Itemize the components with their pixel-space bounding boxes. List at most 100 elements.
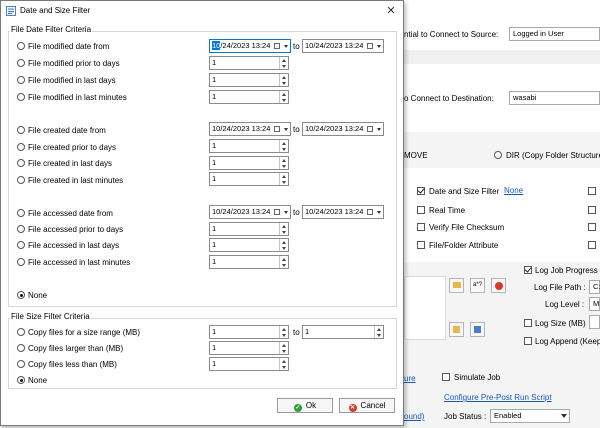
bg-filter-list[interactable] <box>404 276 446 340</box>
spin-buttons[interactable] <box>279 326 288 338</box>
accessed-prior-radio[interactable] <box>17 225 25 233</box>
bg-log-size-checkbox[interactable] <box>524 319 532 327</box>
bg-separator <box>404 50 600 64</box>
bg-configure-script-link[interactable]: Configure Pre-Post Run Script <box>444 393 552 402</box>
size-less-radio[interactable] <box>17 360 25 368</box>
bg-date-size-filter-link[interactable]: None <box>504 186 523 195</box>
size-larger-stepper[interactable]: 1 <box>209 341 289 355</box>
bg-file-attribute-checkbox[interactable] <box>417 241 425 249</box>
bg-verify-checksum-checkbox[interactable] <box>417 223 425 231</box>
size-range-radio[interactable] <box>17 328 25 336</box>
bg-link-fragment-ure[interactable]: ure <box>404 374 416 383</box>
bg-remove-filter-button[interactable] <box>491 278 506 293</box>
modified-from-datetime[interactable]: 10/24/2023 13:24 <box>209 39 291 53</box>
spin-buttons[interactable] <box>279 223 288 235</box>
modified-last-days-stepper[interactable]: 1 <box>209 73 289 87</box>
close-icon[interactable]: ✕ <box>384 4 398 18</box>
bg-source-credential-combo[interactable]: Logged in User <box>509 27 600 41</box>
cancel-icon: ✕ <box>348 404 357 412</box>
size-range-from-stepper[interactable]: 1 <box>209 325 289 339</box>
spin-buttons[interactable] <box>279 342 288 354</box>
modified-last-minutes-radio[interactable] <box>17 93 25 101</box>
arrow-up-icon <box>281 92 286 96</box>
size-range-label: Copy files for a size range (MB) <box>28 328 141 337</box>
bg-log-job-progress-checkbox[interactable] <box>524 266 532 274</box>
created-to-value: 10/24/2023 13:24 <box>305 124 364 133</box>
created-prior-stepper[interactable]: 1 <box>209 139 289 153</box>
accessed-last-minutes-radio[interactable] <box>17 258 25 266</box>
size-none-radio[interactable] <box>17 376 25 384</box>
accessed-last-days-value: 1 <box>212 240 217 249</box>
created-from-datetime[interactable]: 10/24/2023 13:24 <box>209 122 291 136</box>
bg-option-checkbox-right-1[interactable] <box>588 187 596 195</box>
bg-dest-credential-combo[interactable]: wasabi <box>509 91 600 105</box>
created-last-days-radio[interactable] <box>17 159 25 167</box>
calendar-icon <box>367 209 373 215</box>
bg-dir-radio[interactable] <box>494 151 502 159</box>
accessed-from-value: 10/24/2023 13:24 <box>212 207 271 216</box>
modified-prior-radio[interactable] <box>17 59 25 67</box>
accessed-last-days-stepper[interactable]: 1 <box>209 238 289 252</box>
bg-wildcard-button[interactable]: a*? <box>470 278 485 293</box>
created-to-datetime[interactable]: 10/24/2023 13:24 <box>302 122 384 136</box>
bg-job-status-combo[interactable]: Enabled <box>490 409 570 423</box>
bg-filter-button-4[interactable] <box>449 322 464 337</box>
accessed-last-minutes-stepper[interactable]: 1 <box>209 255 289 269</box>
wildcard-icon: a*? <box>472 282 482 288</box>
date-none-radio[interactable] <box>17 291 25 299</box>
spin-buttons[interactable] <box>279 157 288 169</box>
created-last-minutes-radio[interactable] <box>17 176 25 184</box>
spin-buttons[interactable] <box>279 91 288 103</box>
created-prior-radio[interactable] <box>17 143 25 151</box>
cancel-button[interactable]: ✕ Cancel <box>339 398 395 413</box>
spin-buttons[interactable] <box>279 57 288 69</box>
bg-simulate-job-checkbox[interactable] <box>442 373 450 381</box>
modified-last-days-label: File modified in last days <box>28 76 116 85</box>
calendar-icon <box>274 209 280 215</box>
accessed-date-radio[interactable] <box>17 209 25 217</box>
accessed-last-days-radio[interactable] <box>17 241 25 249</box>
modified-from-rest: /24/2023 13:24 <box>220 41 271 50</box>
bg-log-level-combo[interactable]: M <box>589 297 600 311</box>
spin-buttons[interactable] <box>279 358 288 370</box>
created-last-days-stepper[interactable]: 1 <box>209 156 289 170</box>
size-larger-radio[interactable] <box>17 344 25 352</box>
ok-label: Ok <box>305 401 317 410</box>
bg-add-filter-button[interactable] <box>449 278 464 293</box>
accessed-prior-stepper[interactable]: 1 <box>209 222 289 236</box>
spin-buttons[interactable] <box>279 140 288 152</box>
bg-dest-credential-label: o Connect to Destination: <box>404 94 494 103</box>
bg-option-checkbox-right-3[interactable] <box>588 223 596 231</box>
bg-real-time-checkbox[interactable] <box>417 206 425 214</box>
bg-date-size-filter-checkbox[interactable] <box>417 187 425 195</box>
bg-link-fragment-ound[interactable]: ound) <box>404 412 424 421</box>
date-size-filter-dialog: Date and Size Filter ✕ File Date Filter … <box>0 0 404 426</box>
dialog-titlebar[interactable]: Date and Size Filter ✕ <box>1 1 403 21</box>
size-less-stepper[interactable]: 1 <box>209 357 289 371</box>
created-last-minutes-stepper[interactable]: 1 <box>209 172 289 186</box>
bg-log-append-checkbox[interactable] <box>524 337 532 345</box>
modified-last-minutes-stepper[interactable]: 1 <box>209 90 289 104</box>
bg-log-file-path-input[interactable]: C: <box>589 280 600 294</box>
spin-buttons[interactable] <box>374 326 383 338</box>
accessed-to-datetime[interactable]: 10/24/2023 13:24 <box>302 205 384 219</box>
size-range-to-stepper[interactable]: 1 <box>302 325 384 339</box>
bg-filter-button-5[interactable] <box>470 322 485 337</box>
spin-buttons[interactable] <box>279 74 288 86</box>
modified-prior-stepper[interactable]: 1 <box>209 56 289 70</box>
ok-button[interactable]: ✓ Ok <box>277 398 333 413</box>
bg-option-checkbox-right-4[interactable] <box>588 241 596 249</box>
spin-buttons[interactable] <box>279 173 288 185</box>
modified-to-datetime[interactable]: 10/24/2023 13:24 <box>302 39 384 53</box>
accessed-from-datetime[interactable]: 10/24/2023 13:24 <box>209 205 291 219</box>
grid-blue-icon <box>474 326 481 333</box>
bg-verify-checksum-label: Verify File Checksum <box>429 223 505 232</box>
spin-buttons[interactable] <box>279 256 288 268</box>
modified-date-radio[interactable] <box>17 42 25 50</box>
bg-log-size-label: Log Size (MB) <box>535 319 586 328</box>
spin-buttons[interactable] <box>279 239 288 251</box>
created-date-radio[interactable] <box>17 126 25 134</box>
modified-last-days-radio[interactable] <box>17 76 25 84</box>
bg-log-size-input[interactable] <box>589 315 600 329</box>
bg-option-checkbox-right-2[interactable] <box>588 206 596 214</box>
